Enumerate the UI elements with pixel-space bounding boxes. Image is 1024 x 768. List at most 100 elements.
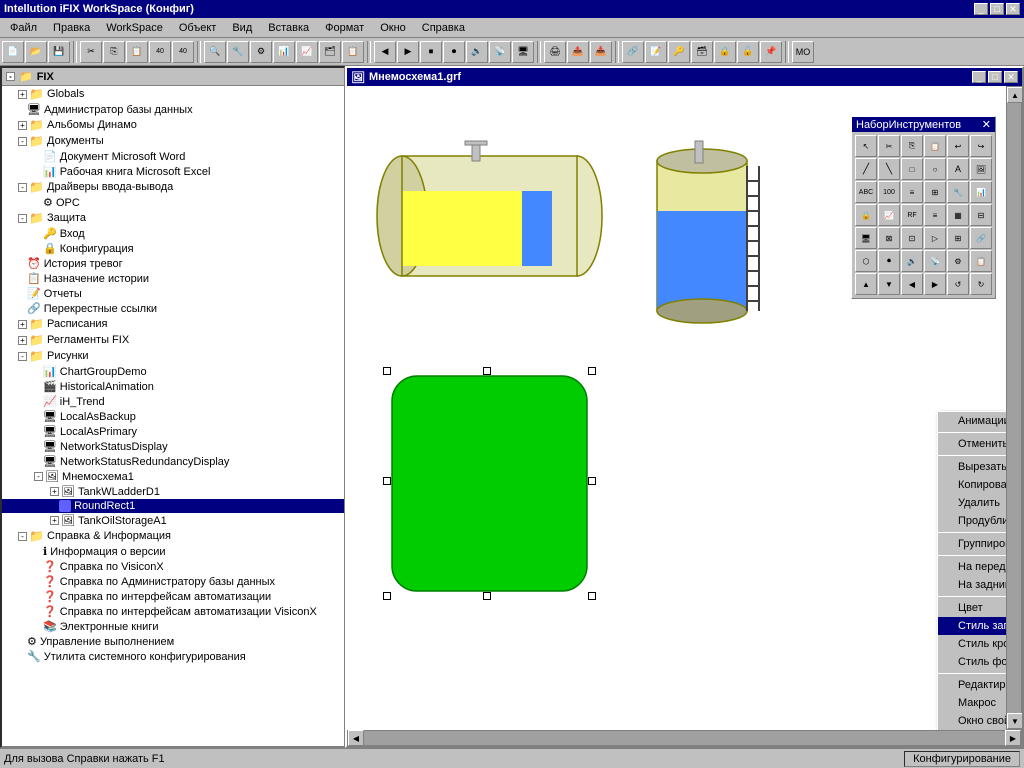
ctx-copy[interactable]: Копировать (938, 476, 1006, 494)
close-button[interactable]: ✕ (1006, 3, 1020, 15)
tree-item-reports[interactable]: 📝 Отчеты (2, 286, 344, 301)
tb-open[interactable]: 📂 (25, 41, 47, 63)
ctx-bring-front[interactable]: На передний план (938, 558, 1006, 576)
tb-btn6[interactable]: 📋 (126, 41, 148, 63)
menu-help[interactable]: Справка (416, 21, 471, 35)
ctx-properties[interactable]: Окно свойств... (938, 712, 1006, 730)
tool-btn7r6[interactable]: ↻ (970, 273, 992, 295)
tree-item-visicon-help[interactable]: ❓ Справка по VisiconX (2, 559, 344, 574)
ctx-color[interactable]: Цвет ▶ (938, 599, 1006, 617)
tool-btn4r1[interactable]: 🔒 (855, 204, 877, 226)
tb-btn5[interactable]: ⎘ (103, 41, 125, 63)
tree-item-exec-mgmt[interactable]: ⚙ Управление выполнением (2, 634, 344, 649)
sel-handle-bm[interactable] (483, 592, 491, 600)
tb-btn17[interactable]: ▶ (397, 41, 419, 63)
menu-workspace[interactable]: WorkSpace (100, 21, 169, 35)
tree-item-drivers[interactable]: - 📁 Драйверы ввода-вывода (2, 179, 344, 195)
tree-item-opc[interactable]: ⚙ OPC (2, 195, 344, 210)
tool-btn3r4[interactable]: ⊞ (924, 181, 946, 203)
tree-item-db-help[interactable]: ❓ Справка по Администратору базы данных (2, 574, 344, 589)
tool-100[interactable]: 100 (878, 181, 900, 203)
tree-item-chartgroup[interactable]: 📊 ChartGroupDemo (2, 364, 344, 379)
menu-view[interactable]: Вид (226, 21, 258, 35)
tree-item-histanim[interactable]: 🎬 HistoricalAnimation (2, 379, 344, 394)
tree-item-iface-help[interactable]: ❓ Справка по интерфейсам автоматизации (2, 589, 344, 604)
tool-btn4r5[interactable]: ▦ (947, 204, 969, 226)
tool-copy[interactable]: ⎘ (901, 135, 923, 157)
tree-item-security[interactable]: - 📁 Защита (2, 210, 344, 226)
tool-btn7r4[interactable]: ▶ (924, 273, 946, 295)
tb-btn32[interactable]: 📌 (760, 41, 782, 63)
hscroll-right[interactable]: ▶ (1005, 730, 1021, 746)
ctx-send-back[interactable]: На задний план (938, 576, 1006, 594)
tool-ellipse[interactable]: ○ (924, 158, 946, 180)
tool-rect[interactable]: □ (901, 158, 923, 180)
tb-save[interactable]: 💾 (48, 41, 70, 63)
tree-item-alarm-hist[interactable]: ⏰ История тревог (2, 256, 344, 271)
tree-item-local-primary[interactable]: 🖥 LocalAsPrimary (2, 424, 344, 439)
tool-btn5r5[interactable]: ⊞ (947, 227, 969, 249)
tree-item-local-backup[interactable]: 🖥 LocalAsBackup (2, 409, 344, 424)
sel-handle-bl[interactable] (383, 592, 391, 600)
tool-btn6r2[interactable]: ⏺ (878, 250, 900, 272)
tree-item-about[interactable]: ℹ Информация о версии (2, 544, 344, 559)
sel-handle-tr[interactable] (588, 367, 596, 375)
maximize-button[interactable]: □ (990, 3, 1004, 15)
tool-polyline[interactable]: ╲ (878, 158, 900, 180)
tb-btn12[interactable]: 📊 (273, 41, 295, 63)
minimize-button[interactable]: _ (974, 3, 988, 15)
tool-btn3r6[interactable]: 📊 (970, 181, 992, 203)
ctx-fill-style[interactable]: Стиль заполнения ▶ (938, 617, 1006, 635)
tb-btn31[interactable]: 🔓 (737, 41, 759, 63)
tb-btn18[interactable]: ⏹ (420, 41, 442, 63)
tool-cut[interactable]: ✂ (878, 135, 900, 157)
tree-item-net-redundancy[interactable]: 🖥 NetworkStatusRedundancyDisplay (2, 454, 344, 469)
tb-btn21[interactable]: 📡 (489, 41, 511, 63)
tool-btn7r1[interactable]: ▲ (855, 273, 877, 295)
sel-handle-ml[interactable] (383, 477, 391, 485)
vscroll-track[interactable] (1007, 103, 1021, 713)
tool-btn4r6[interactable]: ⊟ (970, 204, 992, 226)
tool-redo[interactable]: ↪ (970, 135, 992, 157)
tool-btn5r1[interactable]: 🖥 (855, 227, 877, 249)
menu-object[interactable]: Объект (173, 21, 222, 35)
tree-item-mnemo1[interactable]: - 🖼 Мнемосхема1 (2, 469, 344, 484)
tb-btn7[interactable]: 40 (149, 41, 171, 63)
tb-btn24[interactable]: 📤 (567, 41, 589, 63)
tool-line[interactable]: ╱ (855, 158, 877, 180)
tb-btn33[interactable]: MO (792, 41, 814, 63)
hscroll-left[interactable]: ◀ (348, 730, 364, 746)
tb-btn29[interactable]: 🗃 (691, 41, 713, 63)
tool-paste[interactable]: 📋 (924, 135, 946, 157)
tree-item-ebooks[interactable]: 📚 Электронные книги (2, 619, 344, 634)
sel-handle-tl[interactable] (383, 367, 391, 375)
tree-item-globals[interactable]: + 📁 Globals (2, 86, 344, 102)
ctx-delete[interactable]: Удалить (938, 494, 1006, 512)
ctx-group[interactable]: Группировать Ctrl+G (938, 535, 1006, 553)
tb-btn27[interactable]: 📝 (645, 41, 667, 63)
menu-format[interactable]: Формат (319, 21, 370, 35)
tree-expand-root[interactable]: - (6, 72, 15, 81)
tree-item-albums[interactable]: + 📁 Альбомы Динамо (2, 117, 344, 133)
tool-btn3r3[interactable]: ≡ (901, 181, 923, 203)
tb-btn10[interactable]: 🔧 (227, 41, 249, 63)
tool-btn6r6[interactable]: 📋 (970, 250, 992, 272)
tool-btn6r4[interactable]: 📡 (924, 250, 946, 272)
tb-btn25[interactable]: 📥 (590, 41, 612, 63)
tree-item-hist-assign[interactable]: 📋 Назначение истории (2, 271, 344, 286)
tool-btn7r2[interactable]: ▼ (878, 273, 900, 295)
tree-item-ih-trend[interactable]: 📈 iH_Trend (2, 394, 344, 409)
hscroll-track[interactable] (364, 731, 1005, 745)
tb-btn15[interactable]: 📋 (342, 41, 364, 63)
ctx-cut[interactable]: Вырезать (938, 458, 1006, 476)
inner-maximize[interactable]: □ (988, 71, 1002, 83)
tool-btn7r3[interactable]: ◀ (901, 273, 923, 295)
tb-btn14[interactable]: 🗂 (319, 41, 341, 63)
tool-undo[interactable]: ↩ (947, 135, 969, 157)
tree-item-docs[interactable]: - 📁 Документы (2, 133, 344, 149)
canvas[interactable]: Анимации... Отменить Ctrl+Z Вырезать Коп… (347, 86, 1006, 730)
menu-window[interactable]: Окно (374, 21, 412, 35)
tool-btn5r2[interactable]: ⊠ (878, 227, 900, 249)
tree-item-net-status[interactable]: 🖥 NetworkStatusDisplay (2, 439, 344, 454)
tb-btn11[interactable]: ⚙ (250, 41, 272, 63)
